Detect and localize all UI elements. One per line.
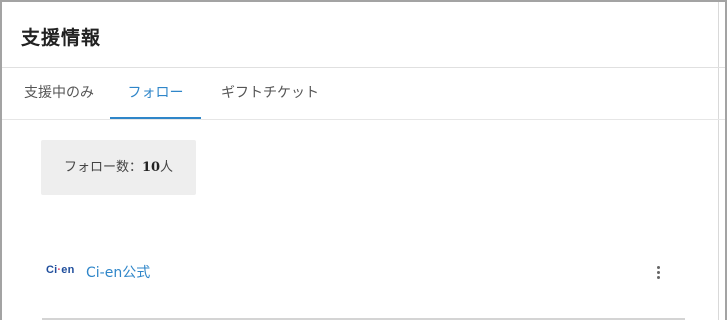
logo-text-en: en: [61, 264, 75, 276]
more-dot: [656, 271, 660, 274]
follow-count-label: フォロー数：: [63, 160, 142, 175]
more-vertical-icon[interactable]: [652, 266, 664, 282]
tab-follow[interactable]: フォロー: [110, 68, 201, 119]
ci-en-logo[interactable]: Ci·en: [46, 264, 75, 276]
follow-count-value: 10: [141, 160, 161, 175]
support-info-panel: 支援情報 支援中のみ フォロー ギフトチケット フォロー数：10人 Ci·en …: [0, 0, 727, 320]
creator-name-link[interactable]: Ci-en公式: [86, 262, 150, 282]
more-dot: [656, 276, 660, 279]
page-title: 支援情報: [21, 27, 102, 49]
follow-count-unit: 人: [160, 160, 174, 175]
more-dot: [656, 266, 660, 269]
follow-count-box: フォロー数：10人: [41, 140, 196, 195]
list-item: Ci·en Ci-en公式: [2, 252, 725, 292]
logo-text-ci: Ci: [46, 264, 58, 276]
panel-header: 支援情報: [2, 2, 725, 68]
tab-gift-ticket[interactable]: ギフトチケット: [210, 68, 330, 119]
tab-supporting-only[interactable]: 支援中のみ: [9, 68, 109, 119]
tab-bar: 支援中のみ フォロー ギフトチケット: [2, 68, 725, 120]
